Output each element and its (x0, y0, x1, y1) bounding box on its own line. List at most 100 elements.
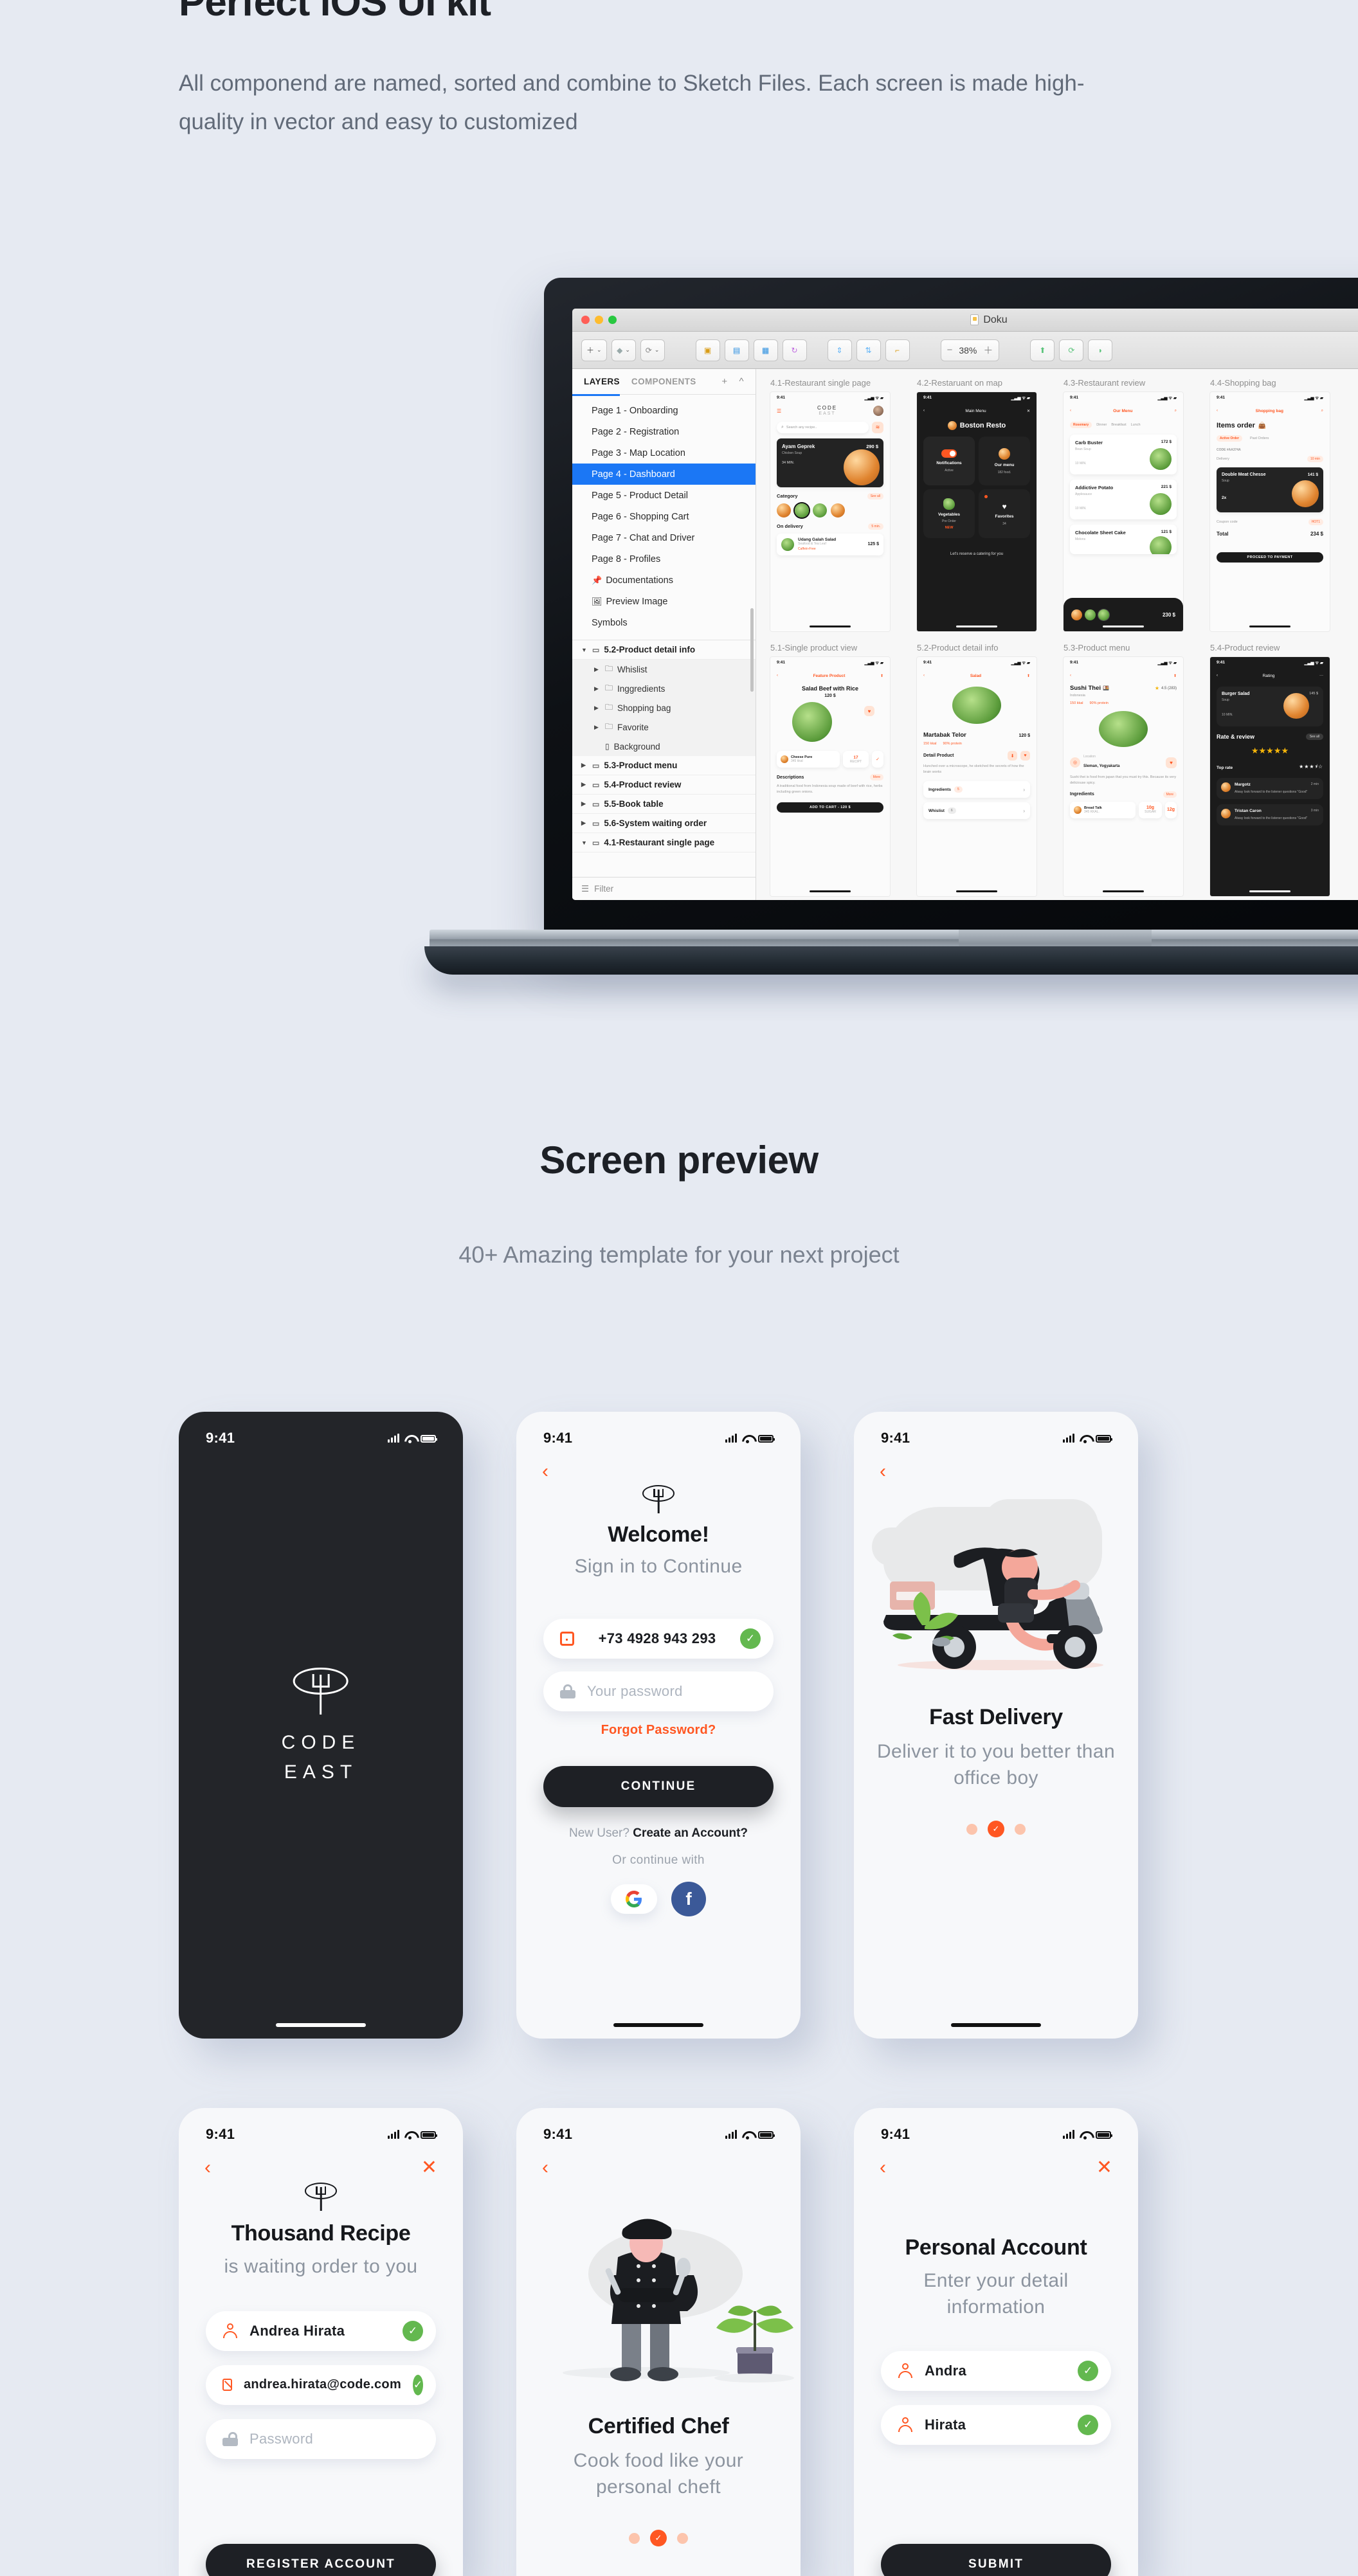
phone-number-field[interactable]: +73 4928 943 293 ✓ (543, 1618, 774, 1659)
layer-row[interactable]: ▯ Background (572, 737, 756, 756)
rotate-icon[interactable]: ↻ (782, 339, 807, 361)
share-icon[interactable]: ⬆ (1027, 674, 1030, 678)
category-thumb[interactable] (813, 503, 827, 518)
chevron-right-icon[interactable]: ▶ (594, 724, 601, 731)
comment-icon[interactable]: ◗ (1088, 339, 1113, 361)
chevron-down-icon[interactable]: ▼ (581, 647, 588, 653)
artboard-5-2[interactable]: 5.2-Product detail info 9:41 ▁▃▅ ᯤ ▰ ‹ S… (917, 643, 1037, 896)
layers-scrollbar[interactable] (750, 608, 754, 692)
favorite-icon[interactable]: ♥ (1020, 751, 1030, 761)
align-vertical-icon[interactable]: ⇕ (827, 339, 852, 361)
artboard-icon[interactable]: ▣ (695, 339, 720, 361)
artboard-frame[interactable]: 9:41 ▁▃▅ ᯤ ▰ ‹ Main Menu ✕ Boston Resto … (917, 392, 1037, 631)
artboard-frame[interactable]: 9:41 ▁▃▅ ᯤ ▰ ☰ CODE EAST ⌕ Search any re… (770, 392, 890, 631)
page-item-7[interactable]: Page 7 - Chat and Driver (572, 527, 756, 548)
layer-row[interactable]: ▶ 🗀 Inggredients (572, 679, 756, 698)
close-icon[interactable]: ✕ (1096, 2158, 1112, 2177)
avatar[interactable] (873, 406, 883, 417)
cloud-upload-icon[interactable]: ⬆ (1030, 339, 1055, 361)
layer-row[interactable]: ▼ ▭ 4.1-Restaurant single page (572, 833, 756, 852)
page-item-2[interactable]: Page 2 - Registration (572, 421, 756, 442)
create-account-link[interactable]: Create an Account? (633, 1826, 748, 1840)
insert-button[interactable]: ＋ ⌄ (581, 339, 607, 361)
back-icon[interactable]: ‹ (923, 674, 925, 678)
tile-notifications[interactable]: Notifications Active (923, 437, 975, 485)
back-icon[interactable]: ‹ (880, 2158, 886, 2177)
chip-check-icon[interactable]: ✓ (872, 751, 883, 768)
pagination-dot[interactable] (629, 2532, 640, 2544)
filter-bar[interactable]: ☰ Filter (572, 877, 756, 900)
google-login-button[interactable] (611, 1884, 657, 1914)
layer-row[interactable]: ▶ 🗀 Shopping bag (572, 698, 756, 717)
artboard-4-4[interactable]: 4.4-Shopping bag 9:41 ▁▃▅ ᯤ ▰ ‹ Shopping… (1210, 378, 1330, 631)
layer-row[interactable]: ▶ ▭ 5.5-Book table (572, 795, 756, 814)
chevron-right-icon[interactable]: ▶ (581, 800, 588, 807)
ingredients-row[interactable]: Ingredients 5 › (923, 781, 1030, 798)
chip-value[interactable]: 12g (1165, 801, 1177, 818)
artboard-frame[interactable]: 9:41 ▁▃▅ ᯤ ▰ ‹ Shopping bag ⌕ Items orde… (1210, 392, 1330, 631)
menu-item-card[interactable]: Carb Buster 172 $ Bean Soup 10 MIN. (1070, 435, 1177, 474)
chevron-right-icon[interactable]: ▶ (594, 685, 601, 692)
delivery-item-card[interactable]: Udang Galah Salad Seafood & Tea Leaf Caf… (777, 533, 883, 555)
review-card[interactable]: Tristan Caron 3 min Alway look forward t… (1217, 804, 1323, 825)
ingredient-chip[interactable]: Bread Talk 345 KKAL. (1070, 801, 1136, 818)
back-icon[interactable]: ‹ (923, 409, 925, 413)
tile-vegetables[interactable]: Vegetables Pre Order NEW (923, 489, 975, 538)
save-icon[interactable]: ⬇ (1008, 751, 1017, 761)
proceed-to-payment-button[interactable]: PROCEED TO PAYMENT (1217, 552, 1323, 563)
more-button[interactable]: More (1163, 791, 1177, 798)
layer-row[interactable]: ▶ 🗀 Favorite (572, 717, 756, 737)
back-icon[interactable]: ‹ (542, 2158, 548, 2177)
layer-row[interactable]: ▶ 🗀 Whislist (572, 660, 756, 679)
pagination-dot[interactable] (966, 1823, 977, 1835)
back-icon[interactable]: ‹ (1217, 409, 1218, 413)
tab-active-order[interactable]: Active Order (1217, 435, 1243, 442)
tab-rosemary[interactable]: Rosemary (1070, 422, 1092, 428)
page-item-5[interactable]: Page 5 - Product Detail (572, 485, 756, 506)
chevron-right-icon[interactable]: ▶ (581, 781, 588, 788)
chevron-right-icon[interactable]: ▶ (594, 705, 601, 712)
sync-icon[interactable]: ⟳ (1059, 339, 1084, 361)
search-icon[interactable]: ⌕ (1175, 409, 1177, 413)
full-name-field[interactable]: Andrea Hirata ✓ (206, 2310, 436, 2351)
pagination-dots[interactable]: ✓ (854, 1821, 1138, 1837)
page-item-preview-image[interactable]: 🖼 Preview Image (572, 591, 756, 612)
back-icon[interactable]: ‹ (777, 674, 778, 678)
forgot-password-link[interactable]: Forgot Password? (516, 1723, 801, 1738)
ruler-icon[interactable]: ⌐ (885, 339, 910, 361)
back-icon[interactable]: ‹ (1217, 674, 1218, 678)
hero-food-card[interactable]: Ayam Geprek 290 $ Chicken Soup 34 MIN. (777, 438, 883, 487)
page-item-8[interactable]: Page 8 - Profiles (572, 548, 756, 570)
tab-dinner[interactable]: Dinner (1096, 423, 1107, 427)
see-all-button[interactable]: See all (867, 492, 883, 500)
order-item-card[interactable]: Double Meat Chesse 141 $ Soup 2x (1217, 467, 1323, 512)
artboard-frame[interactable]: 9:41 ▁▃▅ ᯤ ▰ ‹ ⬆ Sushi Thei 🍱 ★ 4.5 (283… (1064, 657, 1183, 896)
zoom-control[interactable]: − 38% ＋ (940, 339, 1000, 361)
tile-favorites[interactable]: ♥ Favorites 34 (979, 489, 1030, 538)
pagination-dots[interactable]: ✓ (516, 2530, 801, 2546)
pagination-dot[interactable] (677, 2532, 688, 2544)
nutrition-chip[interactable]: Cheese Pure 345 kkal (777, 751, 840, 768)
panel-tabs[interactable]: LAYERS COMPONENTS + ^ (572, 369, 756, 395)
whislist-row[interactable]: Whislist 6 › (923, 802, 1030, 820)
layer-row[interactable]: ▶ ▭ 5.3-Product menu (572, 756, 756, 775)
chevron-down-icon[interactable]: ▼ (581, 840, 588, 846)
more-button[interactable]: More (869, 774, 883, 780)
share-icon[interactable]: ⬆ (1173, 674, 1177, 678)
menu-item-card[interactable]: Addictive Potato 221 $ Applesauce 10 MIN… (1070, 480, 1177, 519)
artboard-4-1[interactable]: 4.1-Restaurant single page 9:41 ▁▃▅ ᯤ ▰ … (770, 378, 890, 631)
category-thumb[interactable] (831, 503, 845, 518)
zoom-in-button[interactable]: ＋ (983, 343, 993, 357)
phone-sign-in-screen[interactable]: 9:41 ‹ Welcome! Sign in to Continue +73 … (516, 1412, 801, 2039)
review-card[interactable]: Margotz 2 min Alway look forward to the … (1217, 778, 1323, 799)
artboard-frame[interactable]: 9:41 ▁▃▅ ᯤ ▰ ‹ Rating ··· Burger Salad 1… (1210, 657, 1330, 896)
zoom-out-button[interactable]: − (947, 345, 953, 356)
artboard-5-3[interactable]: 5.3-Product menu 9:41 ▁▃▅ ᯤ ▰ ‹ ⬆ Sushi … (1064, 643, 1183, 896)
symbol-icon[interactable]: ▤ (724, 339, 749, 361)
layer-row[interactable]: ▶ ▭ 5.6-System waiting order (572, 814, 756, 833)
submit-button[interactable]: SUBMIT (881, 2544, 1111, 2576)
search-icon[interactable]: ⌕ (1321, 409, 1323, 413)
tile-our-menu[interactable]: Our menu 182 food. (979, 437, 1030, 485)
artboard-frame[interactable]: 9:41 ▁▃▅ ᯤ ▰ ‹ Salad ⬆ Martabak Telor 12… (917, 657, 1037, 896)
more-icon[interactable]: ··· (1319, 674, 1323, 678)
